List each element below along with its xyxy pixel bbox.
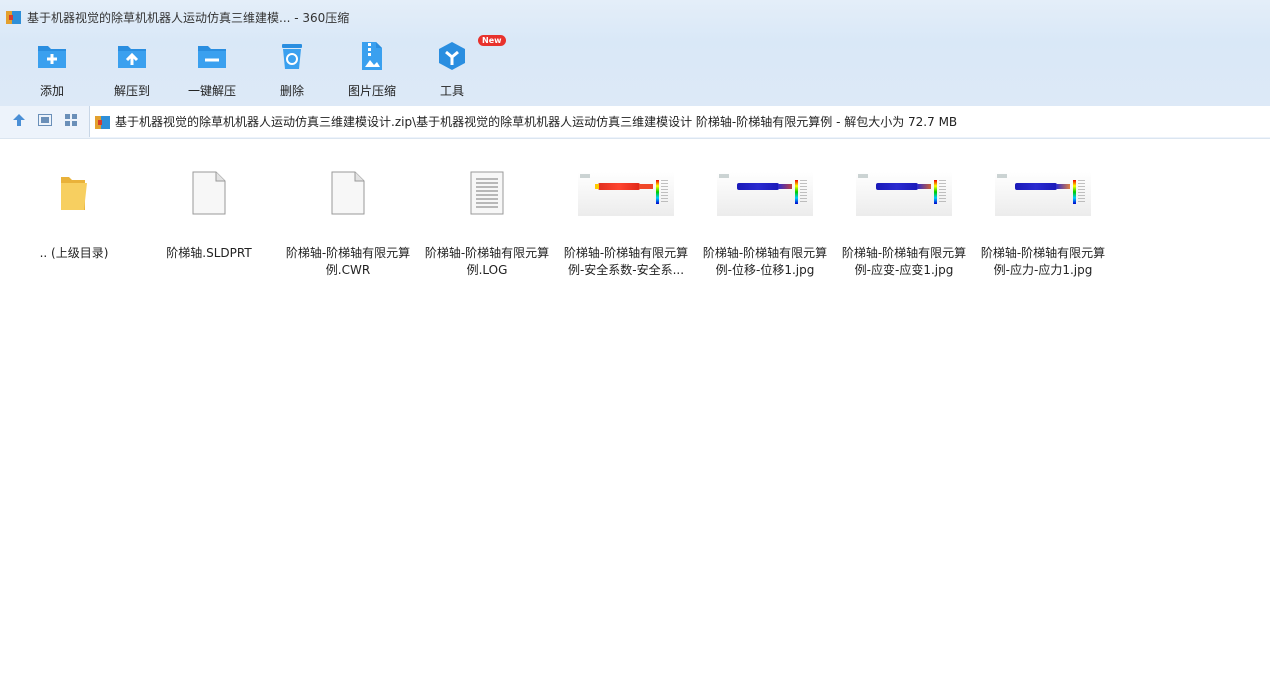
folder-icon [59, 171, 89, 218]
blank-file-icon [331, 171, 365, 218]
file-name: 阶梯轴-阶梯轴有限元算例-应变-应变1.jpg [841, 246, 967, 277]
add-label: 添加 [39, 84, 64, 98]
app-logo-icon [6, 9, 22, 25]
file-name: 阶梯轴-阶梯轴有限元算例.CWR [285, 246, 411, 277]
image-thumbnail [995, 172, 1091, 216]
file-name: 阶梯轴-阶梯轴有限元算例-安全系数-安全系... [563, 246, 689, 277]
grid-view-icon [65, 113, 77, 129]
up-arrow-icon [12, 113, 26, 130]
blank-file-icon [192, 171, 226, 218]
file-name: 阶梯轴-阶梯轴有限元算例-应力-应力1.jpg [980, 246, 1106, 277]
extract-to-icon [116, 40, 148, 72]
image-file-item[interactable]: 阶梯轴-阶梯轴有限元算例-应力-应力1.jpg [977, 140, 1109, 290]
detail-view-button[interactable] [36, 112, 54, 130]
grid-view-button[interactable] [62, 112, 80, 130]
one-click-extract-label: 一键解压 [187, 84, 236, 98]
tools-label: 工具 [439, 84, 464, 98]
one-click-extract-button[interactable]: 一键解压 [172, 37, 252, 99]
file-item[interactable]: 阶梯轴-阶梯轴有限元算例.CWR [282, 140, 414, 290]
file-name: 阶梯轴-阶梯轴有限元算例.LOG [424, 246, 550, 277]
image-compress-icon [356, 40, 388, 72]
tools-icon: New [436, 35, 506, 72]
parent-directory-item[interactable]: .. (上级目录) [8, 140, 140, 290]
extract-to-label: 解压到 [113, 84, 150, 98]
image-compress-button[interactable]: 图片压缩 [332, 37, 412, 99]
file-grid: .. (上级目录) 阶梯轴.SLDPRT 阶梯轴-阶梯轴有限元算例.CWR 阶梯… [0, 140, 1270, 695]
file-name: 阶梯轴.SLDPRT [166, 246, 252, 260]
file-item[interactable]: 阶梯轴.SLDPRT [143, 140, 275, 290]
image-thumbnail [717, 172, 813, 216]
text-file-icon [470, 171, 504, 218]
tools-button[interactable]: New 工具 [412, 35, 506, 99]
file-item[interactable]: 阶梯轴-阶梯轴有限元算例.LOG [421, 140, 553, 290]
new-badge: New [478, 35, 506, 46]
window-title: 基于机器视觉的除草机机器人运动仿真三维建模... - 360压缩 [27, 10, 350, 25]
address-path: 基于机器视觉的除草机机器人运动仿真三维建模设计.zip\基于机器视觉的除草机机器… [115, 115, 958, 129]
image-file-item[interactable]: 阶梯轴-阶梯轴有限元算例-应变-应变1.jpg [838, 140, 970, 290]
file-name: .. (上级目录) [39, 246, 109, 260]
file-name: 阶梯轴-阶梯轴有限元算例-位移-位移1.jpg [702, 246, 828, 277]
zip-archive-icon [95, 114, 111, 130]
one-click-extract-icon [196, 40, 228, 72]
toolbar: 添加 解压到 一键解压 删除 图片压缩 New 工具 [12, 35, 506, 99]
add-folder-icon [36, 40, 68, 72]
image-file-item[interactable]: 阶梯轴-阶梯轴有限元算例-位移-位移1.jpg [699, 140, 831, 290]
image-thumbnail [856, 172, 952, 216]
top-chrome: 基于机器视觉的除草机机器人运动仿真三维建模... - 360压缩 添加 解压到 … [0, 0, 1270, 106]
address-row: 基于机器视觉的除草机机器人运动仿真三维建模设计.zip\基于机器视觉的除草机机器… [0, 106, 1270, 139]
up-button[interactable] [10, 112, 28, 130]
add-button[interactable]: 添加 [12, 37, 92, 99]
detail-view-icon [38, 113, 52, 129]
extract-to-button[interactable]: 解压到 [92, 37, 172, 99]
trash-icon [276, 40, 308, 72]
delete-button[interactable]: 删除 [252, 37, 332, 99]
image-compress-label: 图片压缩 [347, 84, 396, 98]
image-file-item[interactable]: 阶梯轴-阶梯轴有限元算例-安全系数-安全系... [560, 140, 692, 290]
delete-label: 删除 [279, 84, 304, 98]
title-bar: 基于机器视觉的除草机机器人运动仿真三维建模... - 360压缩 [6, 7, 349, 27]
address-bar[interactable]: 基于机器视觉的除草机机器人运动仿真三维建模设计.zip\基于机器视觉的除草机机器… [89, 106, 1270, 137]
image-thumbnail [578, 172, 674, 216]
